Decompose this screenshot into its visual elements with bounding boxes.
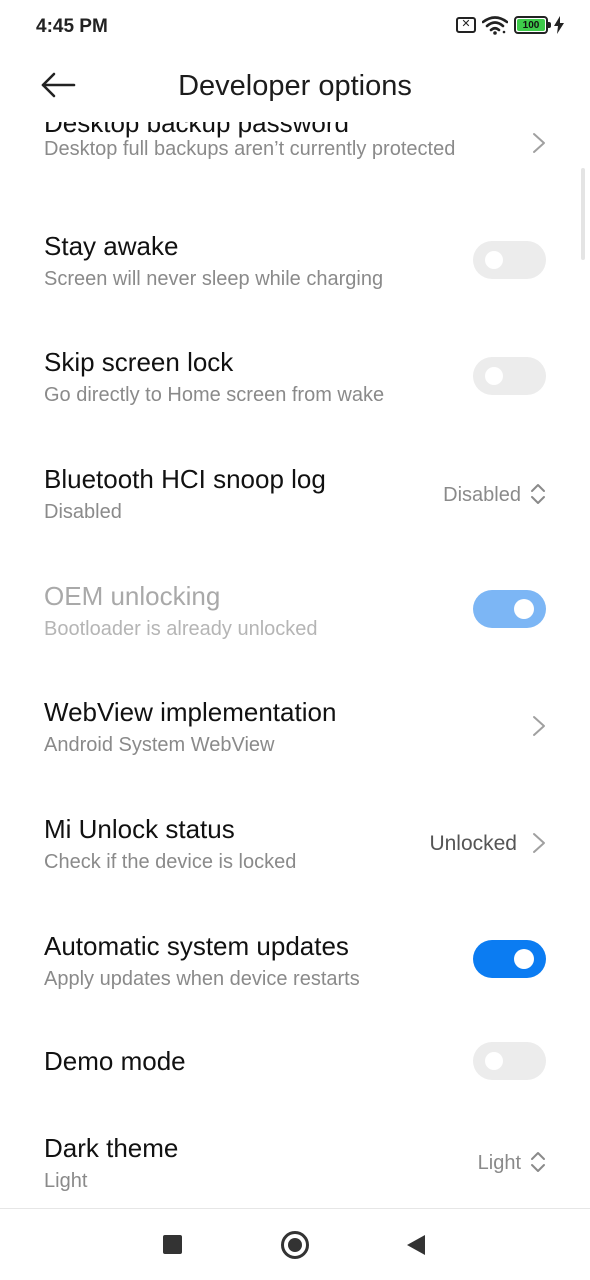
setting-webview-implementation[interactable]: WebView implementation Android System We…	[0, 691, 590, 771]
setting-title: Stay awake	[44, 231, 179, 261]
stay-awake-toggle[interactable]	[473, 241, 546, 279]
battery-icon: 100	[514, 16, 551, 34]
battery-level: 100	[517, 19, 545, 31]
setting-stay-awake[interactable]: Stay awake Screen will never sleep while…	[0, 224, 590, 304]
setting-value: Disabled	[443, 484, 521, 506]
setting-subtitle: Screen will never sleep while charging	[44, 268, 384, 290]
wifi-icon	[482, 16, 508, 35]
setting-desktop-backup-password[interactable]: Desktop backup password Desktop full bac…	[0, 122, 590, 188]
setting-value: Light	[477, 1152, 521, 1174]
toggle-knob	[485, 251, 503, 269]
toggle-knob	[514, 949, 534, 969]
setting-subtitle: Bootloader is already unlocked	[44, 618, 318, 640]
setting-title: Bluetooth HCI snoop log	[44, 464, 326, 494]
charging-bolt-icon	[554, 16, 564, 34]
setting-title: OEM unlocking	[44, 581, 221, 611]
oem-unlocking-toggle	[473, 590, 546, 628]
navigation-bar	[0, 1208, 590, 1280]
status-bar: 4:45 PM ✕ 100	[0, 0, 590, 56]
page-title: Developer options	[178, 70, 412, 102]
setting-subtitle: Light	[44, 1170, 88, 1192]
setting-skip-screen-lock[interactable]: Skip screen lock Go directly to Home scr…	[0, 341, 590, 421]
setting-title: WebView implementation	[44, 697, 337, 727]
up-down-chevron-icon	[531, 1152, 545, 1172]
setting-bluetooth-hci-snoop-log[interactable]: Bluetooth HCI snoop log Disabled Disable…	[0, 458, 590, 538]
chevron-right-icon	[533, 716, 545, 736]
setting-value: Unlocked	[429, 832, 517, 855]
skip-screen-lock-toggle[interactable]	[473, 357, 546, 395]
toggle-knob	[485, 1052, 503, 1070]
home-circle-icon[interactable]	[281, 1231, 309, 1259]
chevron-right-icon	[533, 833, 545, 853]
toggle-knob	[485, 367, 503, 385]
setting-title: Mi Unlock status	[44, 814, 235, 844]
setting-automatic-system-updates[interactable]: Automatic system updates Apply updates w…	[0, 924, 590, 1004]
status-icons: ✕ 100	[456, 15, 564, 35]
automatic-system-updates-toggle[interactable]	[473, 940, 546, 978]
setting-subtitle: Apply updates when device restarts	[44, 968, 360, 990]
back-triangle-icon[interactable]	[406, 1234, 426, 1256]
setting-title: Desktop backup password	[44, 122, 349, 138]
chevron-right-icon	[533, 133, 545, 153]
setting-subtitle: Desktop full backups aren’t currently pr…	[44, 138, 456, 160]
scrollbar[interactable]	[581, 168, 585, 260]
demo-mode-toggle[interactable]	[473, 1042, 546, 1080]
setting-title: Demo mode	[44, 1046, 186, 1076]
up-down-chevron-icon	[531, 484, 545, 504]
setting-title: Automatic system updates	[44, 931, 349, 961]
setting-title: Dark theme	[44, 1133, 179, 1163]
setting-dark-theme[interactable]: Dark theme Light Light	[0, 1130, 590, 1208]
no-sim-icon: ✕	[456, 17, 476, 33]
setting-subtitle: Disabled	[44, 501, 122, 523]
status-time: 4:45 PM	[36, 16, 108, 37]
setting-mi-unlock-status[interactable]: Mi Unlock status Check if the device is …	[0, 808, 590, 888]
setting-subtitle: Go directly to Home screen from wake	[44, 384, 385, 406]
toggle-knob	[514, 599, 534, 619]
setting-demo-mode[interactable]: Demo mode	[0, 1040, 590, 1120]
setting-subtitle: Check if the device is locked	[44, 851, 297, 873]
settings-list[interactable]: Desktop backup password Desktop full bac…	[0, 122, 590, 1208]
setting-subtitle: Android System WebView	[44, 734, 275, 756]
app-header: Developer options	[0, 56, 590, 122]
setting-title: Skip screen lock	[44, 347, 234, 377]
setting-oem-unlocking: OEM unlocking Bootloader is already unlo…	[0, 574, 590, 654]
recents-square-icon[interactable]	[163, 1235, 182, 1254]
